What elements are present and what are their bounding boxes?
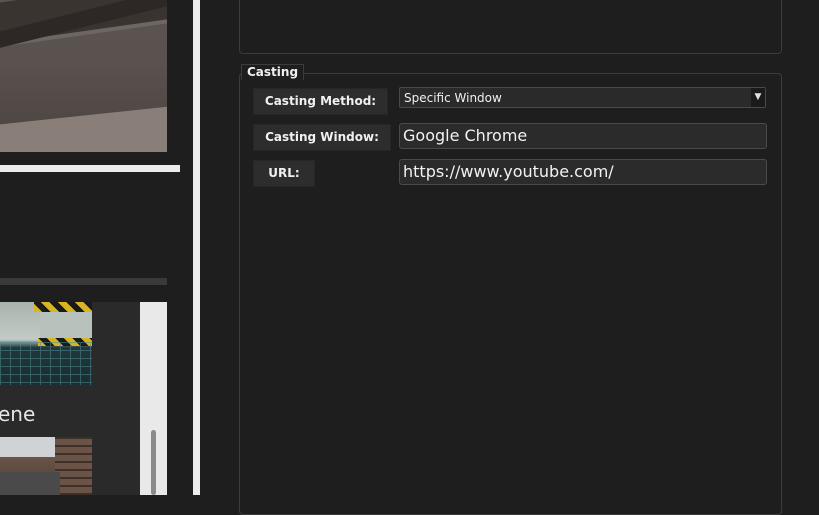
scene-viewport-preview[interactable] bbox=[0, 0, 167, 152]
panel-splitter[interactable] bbox=[193, 0, 200, 495]
scene-thumbnail[interactable] bbox=[0, 437, 92, 495]
thumbnail-floor-grid bbox=[0, 342, 92, 385]
chevron-down-icon[interactable]: ▼ bbox=[751, 88, 765, 107]
url-label: URL: bbox=[253, 160, 315, 187]
casting-group-title: Casting bbox=[241, 64, 305, 80]
thumbnail-street bbox=[0, 472, 60, 495]
casting-method-select[interactable]: Specific Window ▼ bbox=[399, 87, 766, 108]
casting-window-input[interactable]: Google Chrome bbox=[399, 123, 767, 149]
left-panel: ene bbox=[0, 0, 193, 495]
thumbnail-sky bbox=[0, 437, 55, 457]
url-input[interactable]: https://www.youtube.com/ bbox=[399, 159, 767, 185]
panel-divider bbox=[0, 165, 180, 172]
casting-method-value: Specific Window bbox=[404, 91, 502, 105]
upper-group-box bbox=[239, 0, 782, 54]
thumbnail-wall bbox=[40, 310, 92, 340]
scene-list: ene bbox=[0, 302, 167, 495]
vertical-scrollbar-thumb[interactable] bbox=[151, 430, 156, 495]
thumbnail-building bbox=[55, 437, 92, 495]
viewport-sidewalk bbox=[0, 104, 167, 152]
casting-window-label: Casting Window: bbox=[253, 124, 391, 151]
horizontal-scrollbar[interactable] bbox=[0, 278, 167, 285]
thumbnail-hazard-stripe bbox=[34, 302, 92, 312]
scene-item-label[interactable]: ene bbox=[0, 402, 35, 426]
casting-method-label: Casting Method: bbox=[253, 88, 388, 115]
scene-thumbnail[interactable] bbox=[0, 302, 92, 385]
